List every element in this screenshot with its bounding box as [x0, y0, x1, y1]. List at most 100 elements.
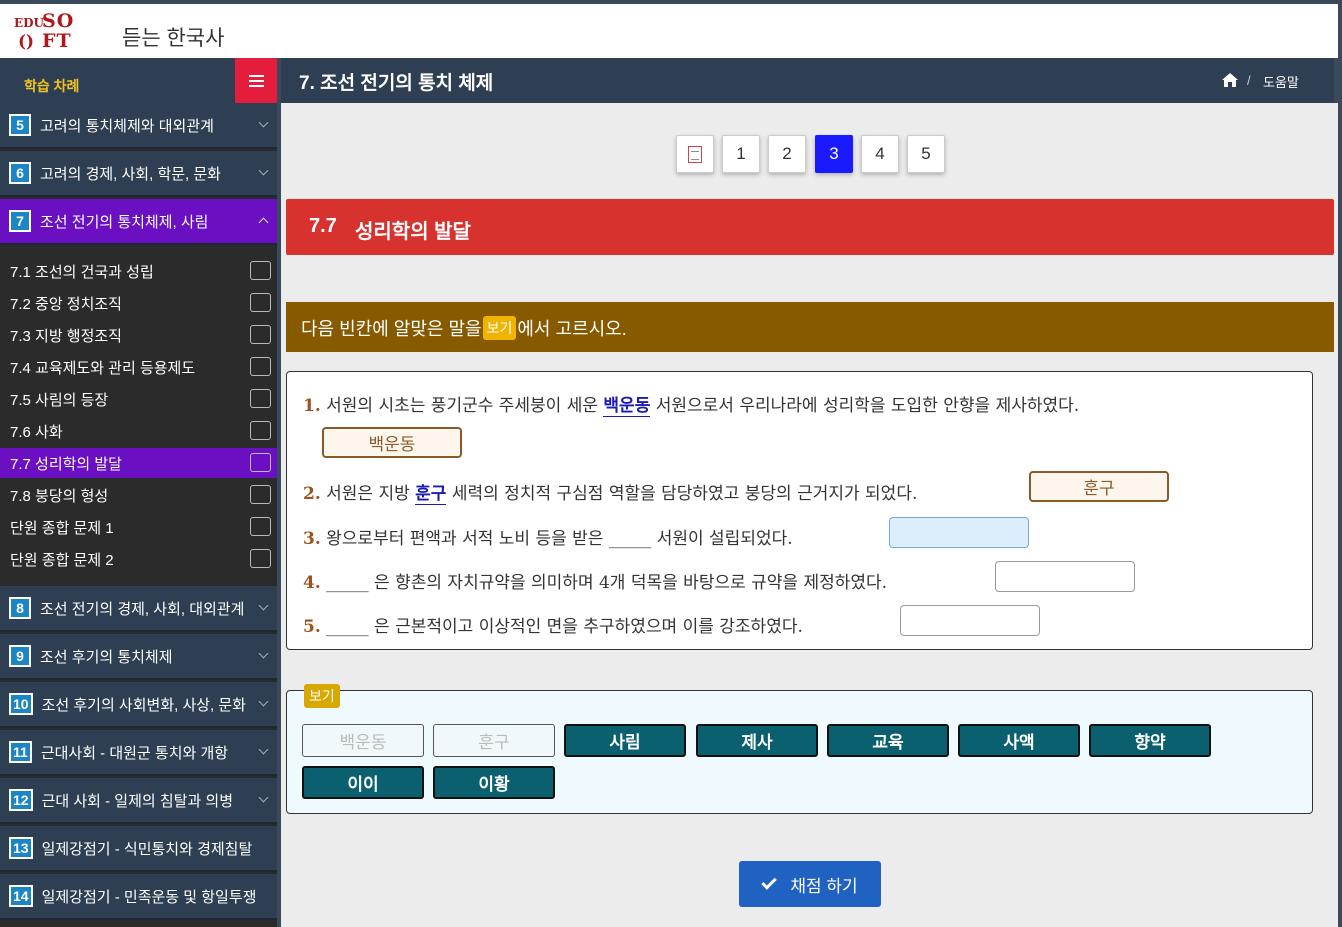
lesson-title: 7.1 조선의 건국과 성립 [10, 263, 154, 281]
chapter-9[interactable]: 9 조선 후기의 통치체제 [0, 634, 277, 680]
page-button-2[interactable]: 2 [768, 135, 806, 173]
chapter-number: 11 [9, 741, 32, 763]
chapter-8[interactable]: 8 조선 전기의 경제, 사회, 대외관계 [0, 586, 277, 632]
chevron-down-icon [258, 600, 269, 611]
lesson-item[interactable]: 단원 종합 문제 1 [0, 512, 277, 542]
home-icon[interactable] [1221, 72, 1239, 88]
lesson-item[interactable]: 7.2 중앙 정치조직 [0, 288, 277, 318]
answer-field-1[interactable]: 백운동 [322, 427, 462, 458]
lesson-checkbox[interactable] [250, 453, 271, 472]
chapter-6[interactable]: 6 고려의 경제, 사회, 학문, 문화 [0, 151, 277, 197]
page-button-3-current[interactable]: 3 [815, 135, 853, 173]
bogi-inline-tag: 보기 [482, 316, 517, 340]
option-button[interactable]: 이황 [433, 766, 555, 799]
question-1: 1. 서원의 시초는 풍기군수 주세붕이 세운 백운동 서원으로서 우리나라에 … [303, 391, 1080, 417]
chapter-title: 일제강점기 - 민족운동 및 항일투쟁 [41, 888, 257, 906]
lesson-title: 단원 종합 문제 1 [10, 519, 114, 537]
lesson-item[interactable]: 7.6 사화 [0, 416, 277, 446]
chapter-title: 근대 사회 - 일제의 침탈과 의병 [41, 792, 234, 810]
answer-field-4[interactable] [995, 561, 1135, 592]
question-text: 세력의 정치적 구심점 역할을 담당하였고 붕당의 근거지가 되었다. [446, 484, 918, 504]
lesson-title: 단원 종합 문제 2 [10, 551, 114, 569]
lesson-checkbox[interactable] [250, 293, 271, 312]
sidebar-heading: 학습 차례 [24, 78, 80, 94]
chapter-number: 7 [9, 210, 31, 232]
answer-field-5[interactable] [900, 605, 1040, 636]
section-title-bar: 7.7 성리학의 발달 [286, 199, 1334, 255]
lesson-title: 7.6 사화 [10, 423, 63, 441]
page-button-1[interactable]: 1 [722, 135, 760, 173]
hamburger-icon [248, 74, 264, 87]
chapter-number: 5 [9, 114, 31, 136]
check-icon [761, 874, 778, 890]
chapter-number: 14 [9, 885, 33, 907]
lesson-title: 7.4 교육제도와 관리 등용제도 [10, 359, 196, 377]
chapter-14[interactable]: 14 일제강점기 - 민족운동 및 항일투쟁 [0, 874, 277, 920]
question-number: 1. [303, 396, 321, 416]
lesson-item[interactable]: 7.8 붕당의 형성 [0, 480, 277, 510]
lesson-item[interactable]: 7.5 사림의 등장 [0, 384, 277, 414]
chapter-13[interactable]: 13 일제강점기 - 식민통치와 경제침탈 [0, 826, 277, 872]
chapter-title: 조선 후기의 통치체제 [40, 648, 173, 666]
lesson-checkbox[interactable] [250, 549, 271, 568]
answer-field-2[interactable]: 훈구 [1029, 471, 1169, 502]
question-number: 4. [303, 573, 321, 593]
option-button[interactable]: 교육 [827, 724, 949, 757]
lesson-checkbox[interactable] [250, 325, 271, 344]
window-edge [1338, 0, 1342, 927]
lesson-title: 7.3 지방 행정조직 [10, 327, 122, 345]
lesson-checkbox[interactable] [250, 261, 271, 280]
lesson-checkbox[interactable] [250, 517, 271, 536]
instruction-bar: 다음 빈칸에 알맞은 말을 보기 에서 고르시오. [286, 302, 1334, 352]
section-number: 7.7 [309, 215, 337, 237]
instruction-text: 다음 빈칸에 알맞은 말을 보기 에서 고르시오. [301, 315, 627, 341]
option-used[interactable]: 훈구 [433, 724, 555, 757]
lesson-item[interactable]: 7.1 조선의 건국과 성립 [0, 256, 277, 286]
question-number: 3. [303, 529, 321, 549]
chapter-title: 근대사회 - 대원군 통치와 개항 [40, 744, 229, 762]
lesson-checkbox[interactable] [250, 421, 271, 440]
chapter-7[interactable]: 7 조선 전기의 통치체제, 사림 [0, 199, 277, 245]
question-number: 5. [303, 617, 321, 637]
chapter-number: 8 [9, 597, 31, 619]
page-button-5[interactable]: 5 [907, 135, 945, 173]
lesson-checkbox[interactable] [250, 357, 271, 376]
question-text: 서원으로서 우리나라에 성리학을 도입한 안향을 제사하였다. [650, 396, 1080, 416]
chapter-11[interactable]: 11 근대사회 - 대원군 통치와 개항 [0, 730, 277, 776]
option-button[interactable]: 사림 [564, 724, 686, 757]
logo-text-mark: () [18, 32, 35, 52]
option-button[interactable]: 제사 [696, 724, 818, 757]
lesson-checkbox[interactable] [250, 485, 271, 504]
chapter-title: 조선 전기의 통치체제, 사림 [40, 213, 209, 231]
lesson-item-active[interactable]: 7.7 성리학의 발달 [0, 448, 277, 478]
option-used[interactable]: 백운동 [302, 724, 424, 757]
answer-field-3[interactable] [889, 517, 1029, 548]
chapter-12[interactable]: 12 근대 사회 - 일제의 침탈과 의병 [0, 778, 277, 824]
bogi-options-box: 백운동 훈구 사림 제사 교육 사액 향약 이이 이황 [286, 690, 1313, 814]
lesson-item[interactable]: 단원 종합 문제 2 [0, 544, 277, 574]
question-3: 3. 왕으로부터 편액과 서적 노비 등을 받은 _____ 서원이 설립되었다… [303, 524, 793, 549]
lesson-item[interactable]: 7.4 교육제도와 관리 등용제도 [0, 352, 277, 382]
chapter-number: 10 [9, 693, 33, 715]
option-button[interactable]: 사액 [958, 724, 1080, 757]
logo-text-ft: FT [42, 30, 72, 52]
help-link[interactable]: 도움말 [1263, 72, 1299, 91]
option-button[interactable]: 이이 [302, 766, 424, 799]
question-5: 5. _____ 은 근본적이고 이상적인 면을 추구하였으며 이를 강조하였다… [303, 612, 803, 637]
page-doc-button[interactable] [676, 135, 714, 173]
lesson-checkbox[interactable] [250, 389, 271, 408]
highlighted-answer: 훈구 [415, 484, 447, 505]
chapter-10[interactable]: 10 조선 후기의 사회변화, 사상, 문화 [0, 682, 277, 728]
chapter-title: 고려의 통치체제와 대외관계 [40, 117, 214, 135]
option-button[interactable]: 향약 [1089, 724, 1211, 757]
page-button-4[interactable]: 4 [861, 135, 899, 173]
chapter-number: 12 [9, 789, 33, 811]
lesson-item[interactable]: 7.3 지방 행정조직 [0, 320, 277, 350]
app-title: 듣는 한국사 [122, 27, 225, 50]
edusoft-logo: EDU SO () FT [14, 10, 78, 54]
menu-toggle-button[interactable] [235, 58, 277, 103]
chevron-down-icon [258, 792, 269, 803]
bogi-label: 보기 [304, 684, 340, 708]
chapter-5[interactable]: 5 고려의 통치체제와 대외관계 [0, 103, 277, 149]
grade-button[interactable]: 채점 하기 [739, 861, 881, 907]
